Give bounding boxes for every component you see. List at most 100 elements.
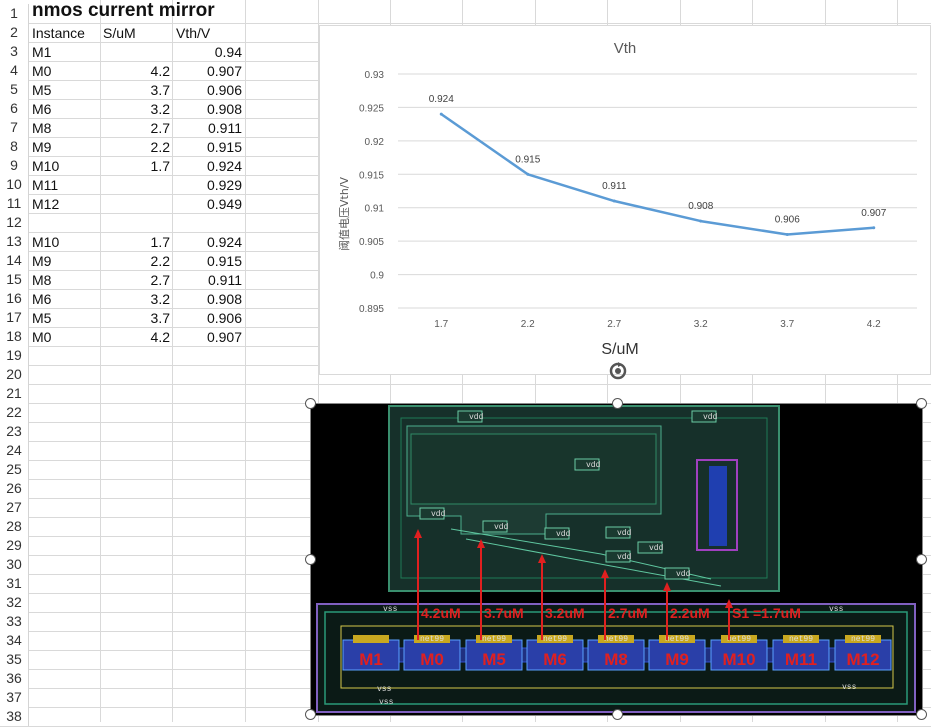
cell-size[interactable]: 1.7 bbox=[100, 157, 170, 176]
cell-vth[interactable]: 0.915 bbox=[172, 138, 242, 157]
row-number[interactable]: 13 bbox=[0, 232, 29, 251]
chart-point[interactable] bbox=[785, 232, 789, 236]
row-number[interactable]: 12 bbox=[0, 213, 29, 232]
row-number[interactable]: 35 bbox=[0, 650, 29, 669]
cell-instance[interactable]: M9 bbox=[32, 138, 51, 157]
row-number[interactable]: 38 bbox=[0, 707, 29, 726]
cell-instance[interactable]: M6 bbox=[32, 290, 51, 309]
row-number[interactable]: 14 bbox=[0, 251, 29, 270]
row-number[interactable]: 21 bbox=[0, 384, 29, 403]
row-number[interactable]: 6 bbox=[0, 99, 29, 118]
row-number[interactable]: 8 bbox=[0, 137, 29, 156]
layout-screenshot[interactable]: vdd vdd vdd vdd vdd vdd vdd vdd vdd vdd vss vss vss v… bbox=[310, 403, 923, 716]
resize-handle[interactable] bbox=[305, 554, 316, 565]
cell-vth[interactable]: 0.908 bbox=[172, 100, 242, 119]
row-number[interactable]: 33 bbox=[0, 612, 29, 631]
row-number[interactable]: 7 bbox=[0, 118, 29, 137]
cell-vth[interactable]: 0.906 bbox=[172, 81, 242, 100]
cell-size[interactable] bbox=[100, 176, 170, 195]
row-number[interactable]: 34 bbox=[0, 631, 29, 650]
cell-instance[interactable]: M8 bbox=[32, 271, 51, 290]
row-number[interactable]: 5 bbox=[0, 80, 29, 99]
cell-instance[interactable]: M6 bbox=[32, 100, 51, 119]
row-number[interactable]: 24 bbox=[0, 441, 29, 460]
chart-point[interactable] bbox=[699, 219, 703, 223]
resize-handle[interactable] bbox=[612, 398, 623, 409]
cell-vth[interactable]: 0.915 bbox=[172, 252, 242, 271]
row-number[interactable]: 28 bbox=[0, 517, 29, 536]
cell-vth[interactable]: 0.908 bbox=[172, 290, 242, 309]
header-instance[interactable]: Instance bbox=[32, 24, 85, 43]
sheet-title[interactable]: nmos current mirror bbox=[32, 1, 215, 20]
cell-instance[interactable]: M5 bbox=[32, 81, 51, 100]
cell-instance[interactable]: M10 bbox=[32, 233, 59, 252]
rotate-handle-icon[interactable] bbox=[607, 360, 629, 382]
row-number[interactable]: 22 bbox=[0, 403, 29, 422]
row-number[interactable]: 29 bbox=[0, 536, 29, 555]
header-vth[interactable]: Vth/V bbox=[176, 24, 210, 43]
chart-point[interactable] bbox=[439, 112, 443, 116]
cell-size[interactable]: 2.7 bbox=[100, 271, 170, 290]
resize-handle[interactable] bbox=[916, 398, 927, 409]
row-number[interactable]: 3 bbox=[0, 42, 29, 61]
cell-vth[interactable]: 0.924 bbox=[172, 157, 242, 176]
cell-instance[interactable]: M10 bbox=[32, 157, 59, 176]
cell-size[interactable]: 2.2 bbox=[100, 138, 170, 157]
header-size[interactable]: S/uM bbox=[103, 24, 136, 43]
cell-size[interactable]: 4.2 bbox=[100, 328, 170, 347]
cell-size[interactable]: 1.7 bbox=[100, 233, 170, 252]
cell-instance[interactable]: M8 bbox=[32, 119, 51, 138]
row-number[interactable]: 26 bbox=[0, 479, 29, 498]
cell-vth[interactable]: 0.907 bbox=[172, 328, 242, 347]
row-number[interactable]: 30 bbox=[0, 555, 29, 574]
row-number[interactable]: 9 bbox=[0, 156, 29, 175]
cell-size[interactable] bbox=[100, 43, 170, 62]
resize-handle[interactable] bbox=[612, 709, 623, 720]
row-number[interactable]: 2 bbox=[0, 23, 29, 42]
row-number[interactable]: 10 bbox=[0, 175, 29, 194]
row-number[interactable]: 31 bbox=[0, 574, 29, 593]
resize-handle[interactable] bbox=[305, 398, 316, 409]
row-number[interactable]: 37 bbox=[0, 688, 29, 707]
cell-instance[interactable]: M0 bbox=[32, 328, 51, 347]
cell-vth[interactable]: 0.924 bbox=[172, 233, 242, 252]
cell-vth[interactable]: 0.907 bbox=[172, 62, 242, 81]
cell-vth[interactable]: 0.929 bbox=[172, 176, 242, 195]
row-number[interactable]: 23 bbox=[0, 422, 29, 441]
row-number[interactable]: 36 bbox=[0, 669, 29, 688]
row-number[interactable]: 25 bbox=[0, 460, 29, 479]
chart-point[interactable] bbox=[526, 172, 530, 176]
row-number[interactable]: 32 bbox=[0, 593, 29, 612]
cell-vth[interactable]: 0.911 bbox=[172, 271, 242, 290]
cell-size[interactable] bbox=[100, 195, 170, 214]
resize-handle[interactable] bbox=[916, 709, 927, 720]
resize-handle[interactable] bbox=[305, 709, 316, 720]
row-number[interactable]: 1 bbox=[0, 4, 29, 23]
row-number[interactable]: 16 bbox=[0, 289, 29, 308]
chart-point[interactable] bbox=[612, 199, 616, 203]
chart-point[interactable] bbox=[872, 226, 876, 230]
cell-vth[interactable]: 0.911 bbox=[172, 119, 242, 138]
cell-instance[interactable]: M0 bbox=[32, 62, 51, 81]
cell-size[interactable]: 2.2 bbox=[100, 252, 170, 271]
row-number[interactable]: 27 bbox=[0, 498, 29, 517]
cell-instance[interactable]: M1 bbox=[32, 43, 51, 62]
cell-size[interactable]: 2.7 bbox=[100, 119, 170, 138]
row-number[interactable]: 20 bbox=[0, 365, 29, 384]
vth-chart[interactable]: Vth S/uM 阈值电压Vth/V 0.93 0.925 0.92 0.915 0.9… bbox=[319, 25, 931, 375]
cell-instance[interactable]: M12 bbox=[32, 195, 59, 214]
cell-size[interactable]: 3.2 bbox=[100, 290, 170, 309]
cell-vth[interactable]: 0.906 bbox=[172, 309, 242, 328]
cell-vth[interactable]: 0.94 bbox=[172, 43, 242, 62]
cell-instance[interactable]: M5 bbox=[32, 309, 51, 328]
cell-size[interactable]: 4.2 bbox=[100, 62, 170, 81]
row-number[interactable]: 4 bbox=[0, 61, 29, 80]
row-number[interactable]: 15 bbox=[0, 270, 29, 289]
cell-size[interactable]: 3.7 bbox=[100, 309, 170, 328]
cell-size[interactable]: 3.7 bbox=[100, 81, 170, 100]
cell-size[interactable]: 3.2 bbox=[100, 100, 170, 119]
row-number[interactable]: 11 bbox=[0, 194, 29, 213]
row-number[interactable]: 19 bbox=[0, 346, 29, 365]
resize-handle[interactable] bbox=[916, 554, 927, 565]
cell-vth[interactable]: 0.949 bbox=[172, 195, 242, 214]
